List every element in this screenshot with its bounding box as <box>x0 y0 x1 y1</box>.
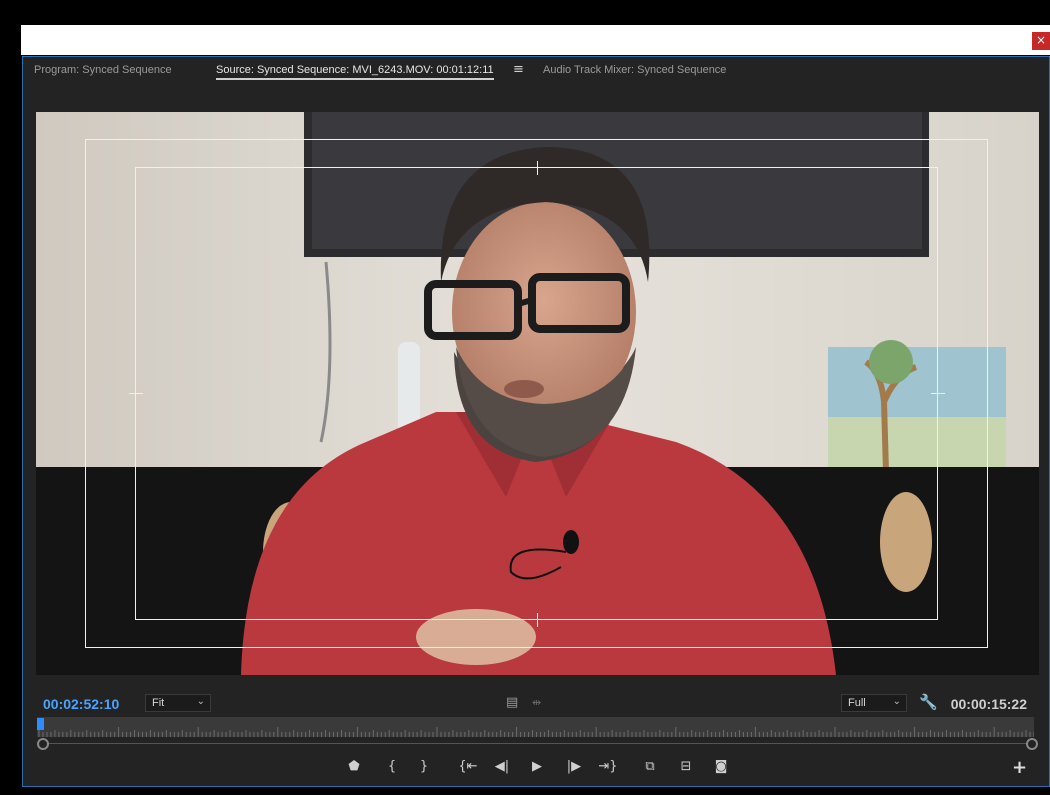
tab-menu-icon[interactable]: ≡ <box>513 62 524 77</box>
safe-guide-tick-top <box>537 161 538 175</box>
mark-in-button[interactable]: { <box>381 759 403 774</box>
zoom-level-select[interactable]: Fit ⌄ <box>145 694 211 712</box>
add-button[interactable]: + <box>1012 757 1027 778</box>
step-back-button[interactable]: ◀| <box>491 759 513 774</box>
zoom-scrollbar-left-handle[interactable] <box>37 738 49 750</box>
window-title-bar <box>21 25 1050 55</box>
mark-out-button[interactable]: } <box>413 759 435 774</box>
playhead-marker[interactable] <box>37 718 44 730</box>
panel-tab-bar: Program: Synced Sequence Source: Synced … <box>23 57 1049 87</box>
insert-button[interactable]: ⧉ <box>639 759 661 774</box>
duration-timecode: 00:00:15:22 <box>950 696 1027 712</box>
add-marker-button[interactable]: ⬟ <box>343 759 365 774</box>
play-button[interactable]: ▶ <box>526 759 548 774</box>
chevron-down-icon: ⌄ <box>196 696 205 707</box>
source-monitor-panel: Program: Synced Sequence Source: Synced … <box>22 56 1050 787</box>
playback-resolution-value: Full <box>848 697 866 709</box>
tab-source[interactable]: Source: Synced Sequence: MVI_6243.MOV: 0… <box>216 64 494 80</box>
transport-controls: ⬟ {} {⇤ ◀| ▶ |▶ ⇥} ⧉ ⊟ ◙ <box>23 759 1049 779</box>
safe-guide-tick-bottom <box>537 613 538 627</box>
export-frame-button[interactable]: ◙ <box>710 759 732 774</box>
video-preview[interactable] <box>36 112 1039 675</box>
wrench-icon[interactable]: 🔧 <box>919 693 938 711</box>
time-ruler-ticks <box>38 727 1035 737</box>
title-safe-guide <box>135 167 938 620</box>
tab-program[interactable]: Program: Synced Sequence <box>34 64 172 76</box>
close-button[interactable]: × <box>1032 32 1050 50</box>
tab-audio-track-mixer[interactable]: Audio Track Mixer: Synced Sequence <box>543 64 726 76</box>
step-forward-button[interactable]: |▶ <box>563 759 585 774</box>
go-to-out-button[interactable]: ⇥} <box>597 759 619 774</box>
safe-guide-tick-left <box>129 393 143 394</box>
safe-guide-tick-right <box>931 393 945 394</box>
chevron-down-icon: ⌄ <box>892 696 901 707</box>
zoom-scrollbar[interactable] <box>41 743 1031 744</box>
go-to-in-button[interactable]: {⇤ <box>457 759 479 774</box>
time-ruler[interactable] <box>37 717 1035 737</box>
zoom-scrollbar-right-handle[interactable] <box>1026 738 1038 750</box>
monitor-controls-bar: 00:02:52:10 Fit ⌄ ▤ ⇹ Full ⌄ 🔧 00:00:15:… <box>23 687 1049 717</box>
drag-audio-icon[interactable]: ⇹ <box>532 696 541 709</box>
playhead-timecode[interactable]: 00:02:52:10 <box>43 696 119 712</box>
overwrite-button[interactable]: ⊟ <box>675 759 697 774</box>
playback-resolution-select[interactable]: Full ⌄ <box>841 694 907 712</box>
zoom-level-value: Fit <box>152 697 165 709</box>
clip-icon[interactable]: ▤ <box>506 695 518 710</box>
